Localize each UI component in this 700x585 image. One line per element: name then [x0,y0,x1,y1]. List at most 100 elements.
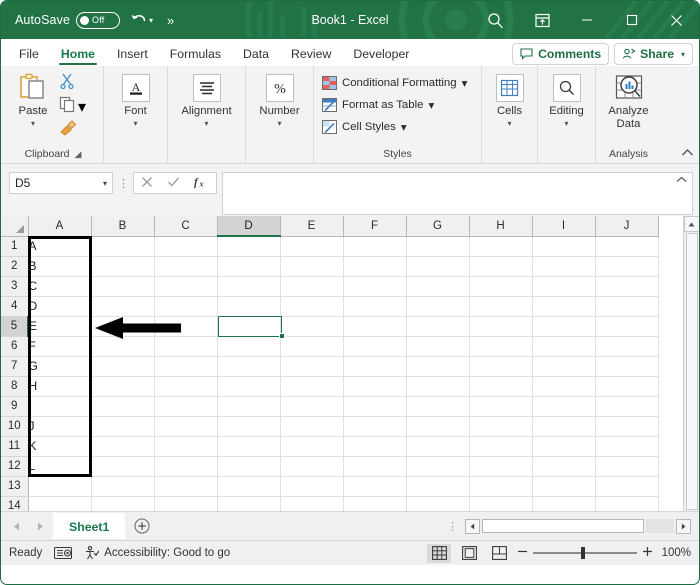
cell-A5[interactable]: E [28,316,92,337]
formula-input[interactable] [222,172,693,215]
row-header-4[interactable]: 4 [1,296,29,317]
cell-C5[interactable] [154,316,218,337]
cell-F14[interactable] [343,496,407,511]
cell-B3[interactable] [91,276,155,297]
row-header-9[interactable]: 9 [1,396,29,417]
cell-C2[interactable] [154,256,218,277]
cell-H4[interactable] [469,296,533,317]
cell-E9[interactable] [280,396,344,417]
zoom-level-label[interactable]: 100% [659,547,691,559]
cell-D10[interactable] [217,416,281,437]
format-painter-button[interactable] [59,120,86,141]
analyze-data-button[interactable]: Analyze Data [602,69,655,131]
previous-sheet-button[interactable] [5,514,27,538]
cell-C9[interactable] [154,396,218,417]
cell-I2[interactable] [532,256,596,277]
row-header-8[interactable]: 8 [1,376,29,397]
number-button[interactable]: % Number ▾ [252,69,307,128]
cell-H1[interactable] [469,236,533,257]
tab-data[interactable]: Data [233,45,279,66]
spreadsheet-grid[interactable]: A B C D E F G H I J 1 A 2 B 3 C 4 D 5 E … [1,216,683,511]
share-caret-icon[interactable]: ▾ [681,50,685,59]
row-header-5[interactable]: 5 [1,316,29,337]
cell-D8[interactable] [217,376,281,397]
cell-B8[interactable] [91,376,155,397]
cell-A12[interactable]: L [28,456,92,477]
cell-F13[interactable] [343,476,407,497]
cell-A11[interactable]: K [28,436,92,457]
cell-F7[interactable] [343,356,407,377]
cell-H14[interactable] [469,496,533,511]
cell-E6[interactable] [280,336,344,357]
minimize-button[interactable] [564,1,609,39]
cell-H7[interactable] [469,356,533,377]
tab-review[interactable]: Review [281,45,341,66]
cell-G5[interactable] [406,316,470,337]
cell-E13[interactable] [280,476,344,497]
font-dropdown-caret[interactable]: ▾ [133,119,137,128]
cell-D7[interactable] [217,356,281,377]
cell-C4[interactable] [154,296,218,317]
row-header-1[interactable]: 1 [1,236,29,257]
cell-D14[interactable] [217,496,281,511]
name-box[interactable]: D5 ▾ [9,172,113,194]
cells-dropdown-caret[interactable]: ▾ [507,119,511,128]
cell-F2[interactable] [343,256,407,277]
cell-E10[interactable] [280,416,344,437]
cell-H11[interactable] [469,436,533,457]
cell-C8[interactable] [154,376,218,397]
cell-G14[interactable] [406,496,470,511]
cancel-button[interactable] [141,176,153,191]
normal-view-button[interactable] [427,543,451,563]
column-header-B[interactable]: B [91,216,155,237]
scroll-right-button[interactable] [676,518,691,534]
editing-button[interactable]: Editing ▾ [544,69,589,128]
row-header-11[interactable]: 11 [1,436,29,457]
copy-button[interactable] [59,96,76,118]
row-header-12[interactable]: 12 [1,456,29,477]
sheet-bar-splitter[interactable]: ⋮ [447,520,463,533]
cell-D4[interactable] [217,296,281,317]
collapse-ribbon-button[interactable] [681,148,694,160]
cell-E8[interactable] [280,376,344,397]
row-header-10[interactable]: 10 [1,416,29,437]
cell-I10[interactable] [532,416,596,437]
alignment-button[interactable]: Alignment ▾ [174,69,239,128]
record-macro-button[interactable] [54,546,73,560]
zoom-slider-track[interactable] [533,547,637,560]
sheet-tab-sheet1[interactable]: Sheet1 [53,513,126,539]
cell-I7[interactable] [532,356,596,377]
cell-A4[interactable]: D [28,296,92,317]
cell-B6[interactable] [91,336,155,357]
cell-C13[interactable] [154,476,218,497]
cell-E3[interactable] [280,276,344,297]
paste-button[interactable]: Paste ▾ [9,69,57,128]
cell-F4[interactable] [343,296,407,317]
cell-H6[interactable] [469,336,533,357]
insert-function-button[interactable]: f x [194,175,209,192]
row-header-13[interactable]: 13 [1,476,29,497]
vertical-scrollbar[interactable] [683,216,699,511]
cut-button[interactable] [59,72,86,94]
cell-J10[interactable] [595,416,659,437]
cell-A14[interactable] [28,496,92,511]
cell-I3[interactable] [532,276,596,297]
cell-F12[interactable] [343,456,407,477]
cell-H2[interactable] [469,256,533,277]
cell-D9[interactable] [217,396,281,417]
enter-button[interactable] [167,176,180,191]
cell-C12[interactable] [154,456,218,477]
cell-B10[interactable] [91,416,155,437]
comments-button[interactable]: Comments [512,43,610,65]
cell-I13[interactable] [532,476,596,497]
cell-I4[interactable] [532,296,596,317]
cell-F3[interactable] [343,276,407,297]
cell-J5[interactable] [595,316,659,337]
tab-formulas[interactable]: Formulas [160,45,231,66]
cell-D3[interactable] [217,276,281,297]
cell-H12[interactable] [469,456,533,477]
clipboard-dialog-launcher-icon[interactable]: ◢ [75,149,82,160]
cell-A10[interactable]: J [28,416,92,437]
cell-I12[interactable] [532,456,596,477]
cell-styles-caret-icon[interactable]: ▾ [401,120,407,134]
